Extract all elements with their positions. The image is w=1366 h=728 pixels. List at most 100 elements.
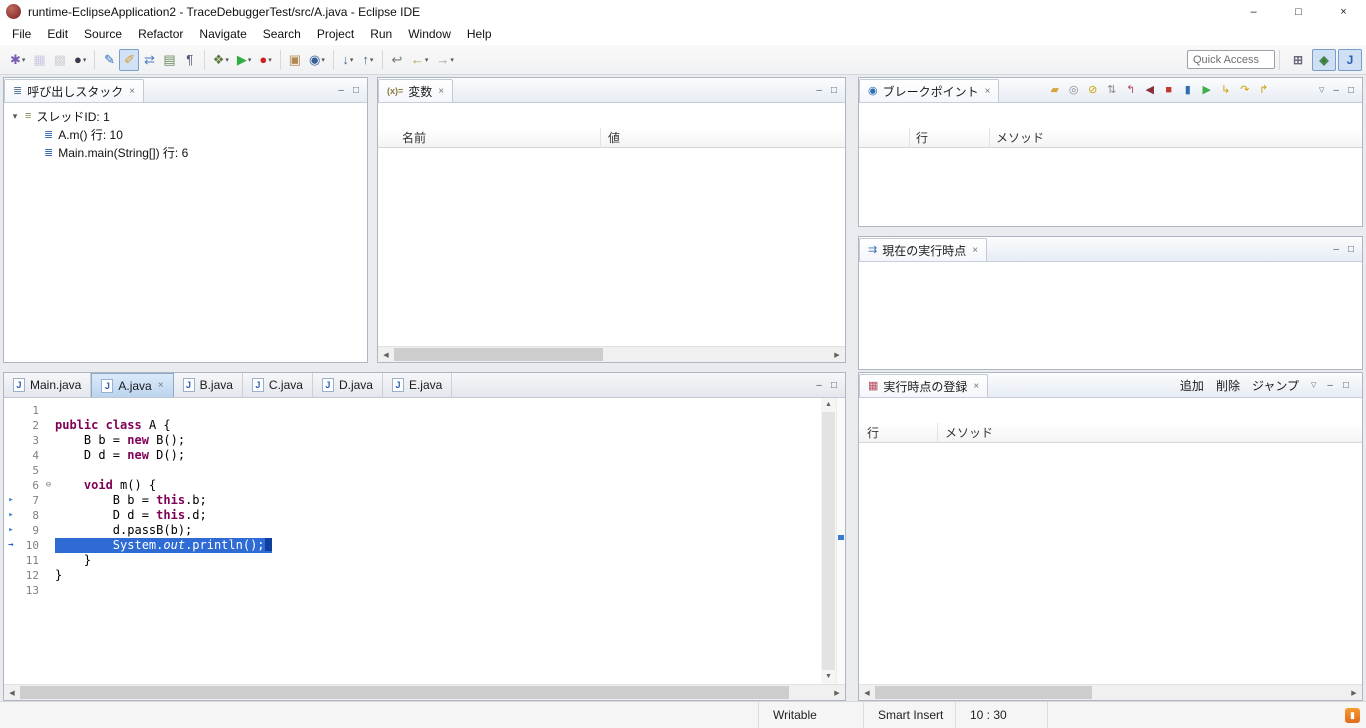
open-perspective-button[interactable]: ⊞ — [1286, 49, 1310, 71]
previous-annotation-icon[interactable]: ↑▾ — [358, 49, 378, 71]
search-icon[interactable]: ◉▾ — [305, 49, 329, 71]
code-text[interactable]: } — [55, 568, 62, 583]
marker-ruler-cell[interactable] — [4, 568, 18, 583]
expander-icon[interactable]: ▾ — [10, 111, 20, 122]
editor-tab-d-java[interactable]: J D.java — [313, 373, 383, 397]
overview-current-line-marker[interactable] — [838, 535, 844, 540]
code-text[interactable]: D d = new D(); — [55, 448, 185, 463]
open-trace-folder-icon[interactable]: ▰ — [1046, 81, 1063, 100]
menu-search[interactable]: Search — [255, 25, 309, 43]
link-with-debug-icon[interactable]: ◎ — [1065, 81, 1082, 100]
horizontal-scrollbar[interactable]: ◀ ▶ — [859, 684, 1362, 700]
scrollbar-track[interactable] — [20, 685, 829, 700]
close-view-icon[interactable]: × — [129, 86, 135, 97]
dropdown-arrow-icon[interactable]: ▾ — [225, 56, 229, 64]
terminate-icon[interactable]: ■ — [1160, 81, 1177, 100]
debug-launch-icon[interactable]: ❖▾ — [209, 49, 233, 71]
suspend-icon[interactable]: ▮ — [1179, 81, 1196, 100]
code-line[interactable]: 13 — [4, 583, 845, 598]
scroll-left-icon[interactable]: ◀ — [4, 689, 20, 697]
dropdown-arrow-icon[interactable]: ▾ — [370, 56, 374, 64]
maximize-view-icon[interactable]: □ — [831, 380, 837, 391]
minimize-view-icon[interactable]: – — [816, 85, 822, 96]
code-text[interactable]: B b = this.b; — [55, 493, 207, 508]
marker-ruler-cell[interactable] — [4, 418, 18, 433]
code-line[interactable]: 4 D d = new D(); — [4, 448, 845, 463]
marker-ruler-cell[interactable] — [4, 433, 18, 448]
scrollbar-thumb[interactable] — [394, 348, 603, 361]
java-perspective-button[interactable]: J — [1338, 49, 1362, 71]
scrollbar-track[interactable] — [394, 347, 829, 362]
dropdown-arrow-icon[interactable]: ▾ — [83, 56, 87, 64]
code-line[interactable]: 1 — [4, 403, 845, 418]
code-text[interactable]: } — [55, 553, 91, 568]
save-icon[interactable]: ▦ — [29, 49, 49, 71]
minimize-view-icon[interactable]: – — [338, 85, 344, 96]
scrollbar-thumb[interactable] — [875, 686, 1092, 699]
open-package-icon[interactable]: ▣ — [285, 49, 305, 71]
skip-all-breakpoints-icon[interactable]: ⊘ — [1084, 81, 1101, 100]
column-header-name[interactable]: 名前 — [402, 128, 426, 148]
new-wizard-icon[interactable]: ✱▾ — [6, 49, 29, 71]
editor-tab-a-java[interactable]: J A.java × — [91, 373, 173, 397]
current-point-tab[interactable]: ⇉ 現在の実行時点 × — [859, 238, 987, 261]
vertical-scrollbar[interactable]: ▲ ▼ — [821, 398, 836, 684]
maximize-view-icon[interactable]: □ — [1348, 85, 1354, 96]
code-line[interactable]: 2public class A { — [4, 418, 845, 433]
dropdown-arrow-icon[interactable]: ▾ — [268, 56, 272, 64]
column-separator[interactable] — [989, 128, 990, 148]
code-text[interactable]: System.out.println(); — [55, 538, 272, 553]
scrollbar-thumb[interactable] — [20, 686, 789, 699]
quick-access-input[interactable] — [1187, 50, 1275, 69]
variables-tab[interactable]: (x)= 変数 × — [378, 79, 453, 102]
column-header-method[interactable]: メソッド — [945, 423, 993, 443]
user-account-icon[interactable]: ●▾ — [70, 49, 90, 71]
trace-marker-icon[interactable]: ▸ — [4, 523, 18, 538]
code-line[interactable]: 11 } — [4, 553, 845, 568]
stack-frame-row[interactable]: ≣ A.m() 行: 10 — [10, 125, 367, 143]
show-whitespace-icon[interactable]: ¶ — [180, 49, 200, 71]
scroll-right-icon[interactable]: ▶ — [829, 689, 845, 697]
exec-points-tab[interactable]: ▦ 実行時点の登録 × — [859, 374, 988, 397]
marker-ruler-cell[interactable] — [4, 403, 18, 418]
column-header-value[interactable]: 値 — [608, 128, 620, 148]
trace-toggle-icon[interactable]: ✎ — [99, 49, 119, 71]
dropdown-arrow-icon[interactable]: ▾ — [22, 56, 26, 64]
overview-ruler[interactable] — [836, 398, 845, 684]
marker-ruler-cell[interactable] — [4, 448, 18, 463]
trace-marker-icon[interactable]: ▸ — [4, 508, 18, 523]
debug-perspective-button[interactable]: ◈ — [1312, 49, 1336, 71]
marker-ruler-cell[interactable] — [4, 463, 18, 478]
dropdown-arrow-icon[interactable]: ▾ — [248, 56, 252, 64]
step-back-return-icon[interactable]: ↰ — [1122, 81, 1139, 100]
view-menu-icon[interactable]: ▽ — [1305, 381, 1322, 389]
maximize-view-icon[interactable]: □ — [1348, 244, 1354, 255]
column-header-line[interactable]: 行 — [867, 423, 879, 443]
minimize-view-icon[interactable]: – — [1322, 380, 1338, 391]
resume-backward-icon[interactable]: ◀ — [1141, 81, 1158, 100]
menu-refactor[interactable]: Refactor — [130, 25, 191, 43]
code-line[interactable]: →10 System.out.println(); — [4, 538, 845, 553]
column-header-line[interactable]: 行 — [916, 128, 928, 148]
scrollbar-thumb[interactable] — [822, 412, 835, 670]
dropdown-arrow-icon[interactable]: ▾ — [425, 56, 429, 64]
stack-frame-row[interactable]: ≣ Main.main(String[]) 行: 6 — [10, 143, 367, 161]
add-exec-point-button[interactable]: 追加 — [1174, 377, 1210, 394]
editor-tab-e-java[interactable]: J E.java — [383, 373, 452, 397]
status-indicator-icon[interactable]: ▮ — [1345, 708, 1360, 723]
window-close-icon[interactable]: × — [1321, 0, 1366, 23]
menu-help[interactable]: Help — [459, 25, 500, 43]
step-return-icon[interactable]: ↱ — [1255, 81, 1272, 100]
scroll-left-icon[interactable]: ◀ — [378, 351, 394, 359]
coverage-launch-icon[interactable]: ●▾ — [255, 49, 275, 71]
forward-history-icon[interactable]: →▾ — [432, 49, 458, 71]
code-text[interactable]: D d = this.d; — [55, 508, 207, 523]
close-tab-icon[interactable]: × — [158, 380, 164, 391]
column-separator[interactable] — [937, 423, 938, 443]
highlight-toggle-icon[interactable]: ✐ — [119, 49, 139, 71]
save-all-icon[interactable]: ▩ — [50, 49, 70, 71]
resume-icon[interactable]: ▶ — [1198, 81, 1215, 100]
instruction-pointer-icon[interactable]: → — [4, 538, 18, 553]
code-line[interactable]: ▸7 B b = this.b; — [4, 493, 845, 508]
run-launch-icon[interactable]: ▶▾ — [233, 49, 256, 71]
